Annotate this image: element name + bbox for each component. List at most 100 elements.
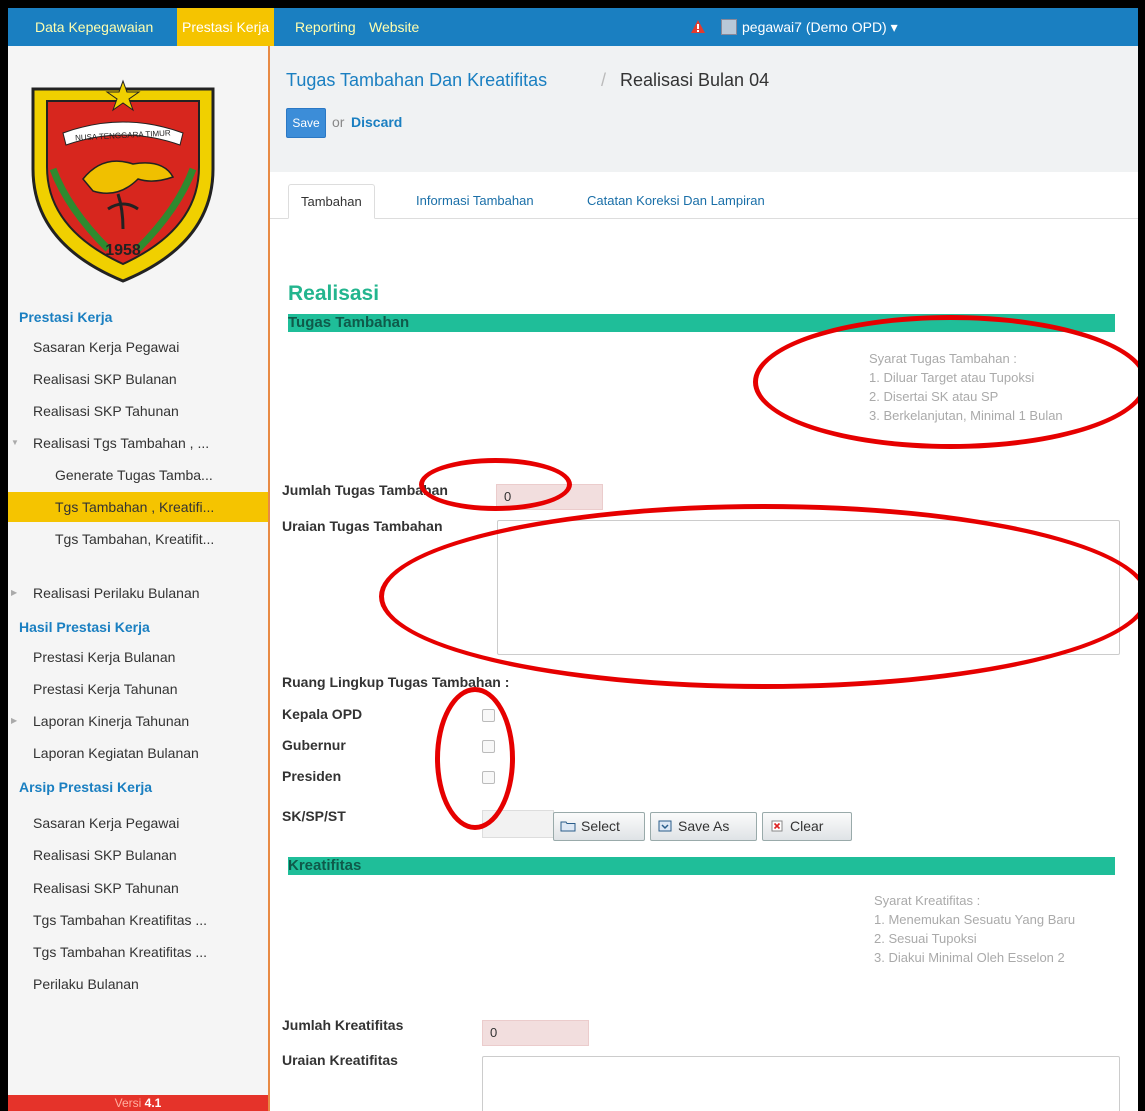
nav-reporting[interactable]: Reporting [290, 8, 361, 46]
form-area: Realisasi Tugas Tambahan Syarat Tugas Ta… [270, 219, 1138, 1111]
warning-icon[interactable] [691, 20, 705, 34]
discard-link[interactable]: Discard [351, 114, 402, 130]
kepala-opd-label: Kepala OPD [282, 706, 363, 722]
sidebar-item-realisasi-tgs-tambahan[interactable]: ▼ Realisasi Tgs Tambahan , ... [8, 428, 268, 458]
breadcrumb-separator: / [601, 70, 607, 90]
section-header-kreatifitas: Kreatifitas [288, 857, 1115, 875]
syarat-item: 1. Menemukan Sesuatu Yang Baru [874, 912, 1076, 927]
tab-bar: Tambahan Informasi Tambahan Catatan Kore… [270, 172, 1138, 219]
uraian-kreatifitas-label: Uraian Kreatifitas [282, 1052, 398, 1068]
uraian-tugas-tambahan-label: Uraian Tugas Tambahan [282, 518, 443, 534]
syarat-item: 3. Diakui Minimal Oleh Esselon 2 [874, 950, 1065, 965]
version-label: Versi [114, 1096, 142, 1110]
user-avatar[interactable] [721, 19, 737, 35]
sidebar-item-label: Prestasi Kerja Bulanan [33, 649, 176, 665]
sidebar-item-label: Generate Tugas Tamba... [55, 467, 213, 483]
sidebar-item-label: Realisasi SKP Tahunan [33, 403, 179, 419]
sidebar-item-tgs-tambahan-kreatifitas-2[interactable]: Tgs Tambahan, Kreatifit... [8, 524, 268, 554]
sidebar-item-prestasi-kerja-bulanan[interactable]: Prestasi Kerja Bulanan [8, 642, 268, 672]
sidebar-item-label: Prestasi Kerja Tahunan [33, 681, 178, 697]
syarat-tugas-tambahan: Syarat Tugas Tambahan : 1. Diluar Target… [869, 349, 1063, 425]
page-header: Tugas Tambahan Dan Kreatifitas / Realisa… [270, 46, 1138, 172]
presiden-checkbox[interactable] [482, 771, 495, 784]
clear-x-icon [771, 820, 783, 832]
save-as-label: Save As [678, 818, 730, 834]
sidebar-item-label: Realisasi SKP Tahunan [33, 880, 179, 896]
jumlah-tugas-tambahan-label: Jumlah Tugas Tambahan [282, 482, 448, 498]
sidebar-section-arsip-prestasi-kerja[interactable]: Arsip Prestasi Kerja [19, 779, 152, 795]
jumlah-tugas-tambahan-input[interactable]: 0 [496, 484, 603, 510]
sidebar-item-label: Realisasi SKP Bulanan [33, 371, 177, 387]
sidebar-item-label: Sasaran Kerja Pegawai [33, 815, 180, 831]
sidebar-item-label: Tgs Tambahan, Kreatifit... [55, 531, 215, 547]
sk-sp-st-file-field[interactable] [482, 810, 554, 838]
sidebar-item-laporan-kegiatan-bulanan[interactable]: Laporan Kegiatan Bulanan [8, 738, 268, 768]
folder-icon [560, 821, 576, 832]
sidebar-item-label: Sasaran Kerja Pegawai [33, 339, 180, 355]
form-title: Realisasi [288, 282, 380, 305]
version-footer: Versi 4.1 [8, 1095, 268, 1111]
sidebar-item-arsip-perilaku-bulanan[interactable]: Perilaku Bulanan [8, 969, 268, 999]
jumlah-kreatifitas-label: Jumlah Kreatifitas [282, 1017, 404, 1033]
gubernur-checkbox[interactable] [482, 740, 495, 753]
select-label: Select [581, 818, 620, 834]
uraian-kreatifitas-textarea[interactable] [482, 1056, 1120, 1111]
sidebar-item-arsip-realisasi-skp-bulanan[interactable]: Realisasi SKP Bulanan [8, 840, 268, 870]
nav-data-kepegawaian[interactable]: Data Kepegawaian [30, 8, 158, 46]
expanded-arrow-icon: ▼ [11, 438, 19, 447]
tab-catatan-koreksi[interactable]: Catatan Koreksi Dan Lampiran [575, 184, 777, 219]
app-window: Data Kepegawaian Prestasi Kerja Reportin… [8, 8, 1138, 1111]
save-as-icon [658, 820, 672, 832]
sidebar-item-label: Laporan Kegiatan Bulanan [33, 745, 199, 761]
tab-informasi-tambahan[interactable]: Informasi Tambahan [404, 184, 546, 219]
syarat-item: 2. Disertai SK atau SP [869, 389, 999, 404]
jumlah-kreatifitas-input[interactable]: 0 [482, 1020, 589, 1046]
presiden-label: Presiden [282, 768, 342, 784]
collapsed-arrow-icon: ▶ [11, 716, 18, 725]
syarat-item: 3. Berkelanjutan, Minimal 1 Bulan [869, 408, 1063, 423]
user-menu[interactable]: pegawai7 (Demo OPD) ▾ [742, 8, 898, 46]
sidebar-item-sasaran-kerja-pegawai[interactable]: Sasaran Kerja Pegawai [8, 332, 268, 362]
nav-prestasi-kerja[interactable]: Prestasi Kerja [177, 8, 275, 46]
sidebar-item-realisasi-skp-bulanan[interactable]: Realisasi SKP Bulanan [8, 364, 268, 394]
ntt-emblem-logo: NUSA TENGGARA TIMUR 1958 [31, 79, 215, 283]
version-number: 4.1 [144, 1096, 162, 1110]
sidebar-item-arsip-realisasi-skp-tahunan[interactable]: Realisasi SKP Tahunan [8, 873, 268, 903]
sidebar-item-label: Perilaku Bulanan [33, 976, 139, 992]
sidebar: NUSA TENGGARA TIMUR 1958 Prestasi Kerja … [8, 46, 270, 1111]
sidebar-item-label: Tgs Tambahan Kreatifitas ... [33, 944, 208, 960]
nav-website[interactable]: Website [364, 8, 424, 46]
sidebar-item-prestasi-kerja-tahunan[interactable]: Prestasi Kerja Tahunan [8, 674, 268, 704]
sidebar-item-label: Realisasi Tgs Tambahan , ... [33, 435, 210, 451]
select-file-button[interactable]: Select [553, 812, 645, 841]
sidebar-item-generate-tugas-tambahan[interactable]: Generate Tugas Tamba... [8, 460, 268, 490]
sidebar-item-label: Realisasi SKP Bulanan [33, 847, 177, 863]
kepala-opd-checkbox[interactable] [482, 709, 495, 722]
ruang-lingkup-label: Ruang Lingkup Tugas Tambahan : [282, 674, 510, 690]
uraian-tugas-tambahan-textarea[interactable] [497, 520, 1120, 655]
or-text: or [332, 114, 345, 130]
sidebar-item-laporan-kinerja-tahunan[interactable]: ▶ Laporan Kinerja Tahunan [8, 706, 268, 736]
tab-tambahan[interactable]: Tambahan [288, 184, 375, 219]
syarat-title: Syarat Kreatifitas : [874, 893, 981, 908]
save-as-button[interactable]: Save As [650, 812, 757, 841]
sidebar-section-hasil-prestasi-kerja[interactable]: Hasil Prestasi Kerja [19, 619, 150, 635]
syarat-item: 1. Diluar Target atau Tupoksi [869, 370, 1035, 385]
syarat-title: Syarat Tugas Tambahan : [869, 351, 1017, 366]
clear-label: Clear [790, 818, 824, 834]
save-button[interactable]: Save [286, 108, 326, 138]
breadcrumb-link[interactable]: Tugas Tambahan Dan Kreatifitas [286, 70, 547, 91]
sk-sp-st-label: SK/SP/ST [282, 808, 346, 824]
clear-file-button[interactable]: Clear [762, 812, 852, 841]
sidebar-item-realisasi-perilaku-bulanan[interactable]: ▶ Realisasi Perilaku Bulanan [8, 578, 268, 608]
sidebar-item-realisasi-skp-tahunan[interactable]: Realisasi SKP Tahunan [8, 396, 268, 426]
sidebar-section-prestasi-kerja[interactable]: Prestasi Kerja [19, 309, 112, 325]
sidebar-item-tgs-tambahan-kreatifitas-active[interactable]: Tgs Tambahan , Kreatifi... [8, 492, 268, 522]
sidebar-item-arsip-tgs-tambahan-kreatifitas-1[interactable]: Tgs Tambahan Kreatifitas ... [8, 905, 268, 935]
section-header-tugas-tambahan: Tugas Tambahan [288, 314, 1115, 332]
sidebar-item-arsip-sasaran-kerja-pegawai[interactable]: Sasaran Kerja Pegawai [8, 808, 268, 838]
sidebar-item-label: Tgs Tambahan Kreatifitas ... [33, 912, 208, 928]
logo-year-text: 1958 [105, 242, 141, 259]
sidebar-item-arsip-tgs-tambahan-kreatifitas-2[interactable]: Tgs Tambahan Kreatifitas ... [8, 937, 268, 967]
syarat-kreatifitas: Syarat Kreatifitas : 1. Menemukan Sesuat… [874, 891, 1075, 967]
